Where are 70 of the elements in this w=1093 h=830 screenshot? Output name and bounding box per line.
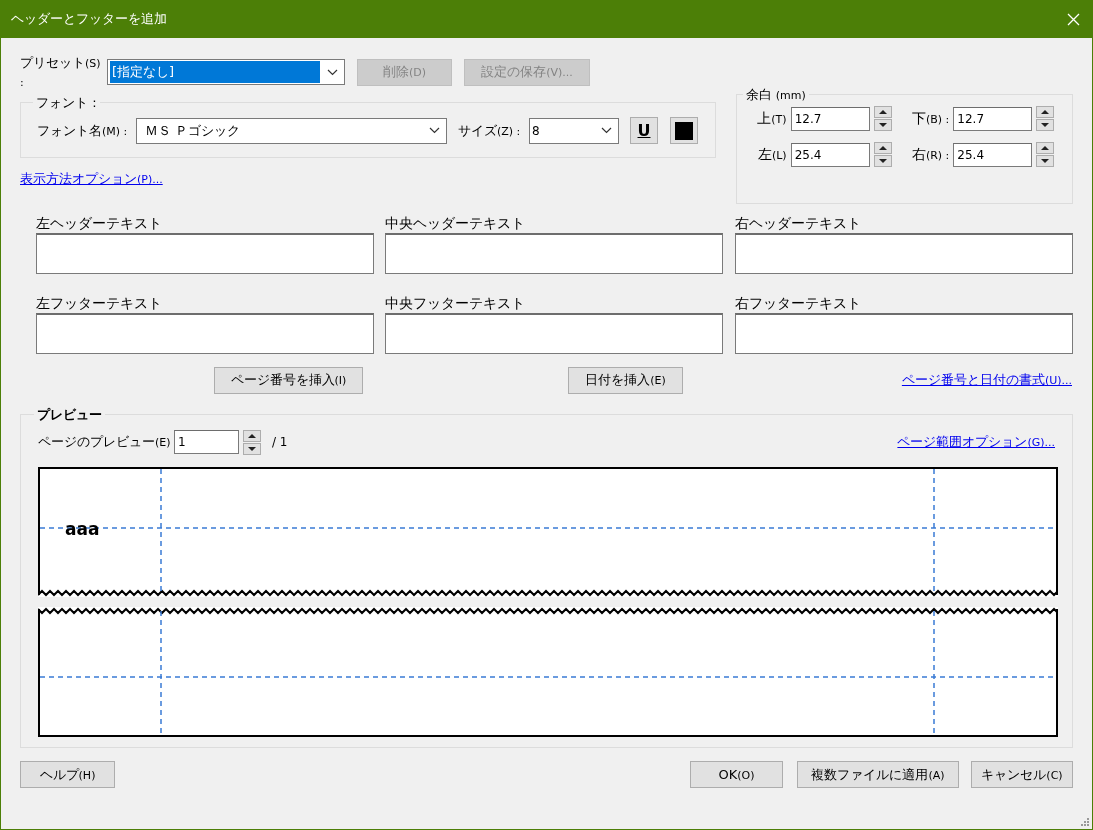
- apply-to-files-button[interactable]: 複数ファイルに適用(A): [797, 761, 959, 788]
- insert-date-button[interactable]: 日付を挿入(E): [568, 366, 683, 394]
- margin-field[interactable]: 12.7: [953, 106, 1033, 131]
- down-arrow-icon: [248, 446, 256, 451]
- text-field[interactable]: [734, 233, 1073, 274]
- margin-field[interactable]: 12.7: [790, 106, 870, 131]
- cancel-button[interactable]: キャンセル(C): [971, 761, 1073, 788]
- format-link[interactable]: ページ番号と日付の書式(U)...: [901, 370, 1072, 390]
- field-label: 右ヘッダーテキスト: [734, 214, 862, 233]
- header-preview-text: aaa: [65, 521, 100, 538]
- size-dropdown[interactable]: 8: [529, 117, 619, 144]
- page-total: / 1: [272, 434, 288, 451]
- margin-field[interactable]: 25.4: [790, 142, 870, 167]
- display-options-link[interactable]: 表示方法オプション(P)...: [20, 171, 163, 186]
- chevron-down-icon: [326, 68, 338, 76]
- font-name-label: フォント名(M) :: [37, 121, 129, 140]
- preset-dropdown[interactable]: [指定なし]: [107, 59, 345, 85]
- down-arrow-icon: [1041, 123, 1050, 127]
- field-label: 中央フッターテキスト: [385, 294, 527, 313]
- margin-label: 上(T): [756, 109, 787, 128]
- up-arrow-icon: [878, 146, 887, 150]
- margin-label: 左(L): [756, 145, 787, 164]
- insert-page-number-button[interactable]: ページ番号を挿入(I): [214, 366, 363, 394]
- margin-label: 下(B) :: [910, 109, 950, 128]
- down-arrow-icon: [878, 159, 887, 163]
- down-arrow-icon: [1041, 159, 1050, 163]
- page-field[interactable]: 1: [174, 430, 239, 454]
- spin-up-button[interactable]: [873, 142, 892, 154]
- underline-button[interactable]: U: [630, 117, 658, 144]
- page-range-link[interactable]: ページ範囲オプション(G)...: [897, 432, 1055, 452]
- font-color-button[interactable]: [670, 117, 698, 144]
- page-preview-label: ページのプレビュー(E): [38, 433, 172, 452]
- size-label: サイズ(Z) :: [458, 121, 522, 140]
- down-arrow-icon: [878, 123, 887, 127]
- spin-down-button[interactable]: [1036, 119, 1055, 131]
- field-label: 右フッターテキスト: [734, 294, 862, 313]
- group-title: 余白 (mm): [744, 88, 807, 101]
- text-field[interactable]: [734, 313, 1073, 354]
- text-field[interactable]: [385, 233, 724, 274]
- ok-button[interactable]: OK(O): [690, 761, 783, 788]
- resize-grip-icon[interactable]: [1080, 817, 1090, 827]
- window-title: ヘッダーとフッターを追加: [11, 10, 167, 29]
- font-name-dropdown[interactable]: ＭＳ Ｐゴシック: [136, 117, 447, 144]
- spin-down-button[interactable]: [243, 442, 261, 455]
- group-title: フォント :: [35, 96, 98, 109]
- chevron-down-icon: [600, 127, 612, 134]
- field-label: 左フッターテキスト: [36, 294, 163, 313]
- text-field[interactable]: [385, 313, 724, 354]
- spin-up-button[interactable]: [1036, 106, 1055, 118]
- chevron-down-icon: [428, 127, 440, 134]
- up-arrow-icon: [1041, 146, 1050, 150]
- up-arrow-icon: [878, 110, 887, 114]
- spin-up-button[interactable]: [873, 106, 892, 118]
- text-field[interactable]: [36, 233, 374, 274]
- help-button[interactable]: ヘルプ(H): [20, 761, 115, 788]
- spin-down-button[interactable]: [1036, 155, 1055, 167]
- group-title: プレビュー: [36, 408, 103, 421]
- margin-label: 右(R) :: [910, 145, 950, 164]
- up-arrow-icon: [1041, 110, 1050, 114]
- margin-field[interactable]: 25.4: [953, 142, 1033, 167]
- field-label: 左ヘッダーテキスト: [36, 214, 163, 233]
- text-field[interactable]: [36, 313, 374, 354]
- close-icon[interactable]: [1067, 12, 1080, 26]
- spin-down-button[interactable]: [873, 155, 892, 167]
- field-label: 中央ヘッダーテキスト: [385, 214, 527, 233]
- up-arrow-icon: [248, 433, 256, 438]
- spin-up-button[interactable]: [1036, 142, 1055, 154]
- preset-label: プリセット(S) :: [20, 53, 102, 91]
- spin-up-button[interactable]: [243, 429, 261, 442]
- spin-down-button[interactable]: [873, 119, 892, 131]
